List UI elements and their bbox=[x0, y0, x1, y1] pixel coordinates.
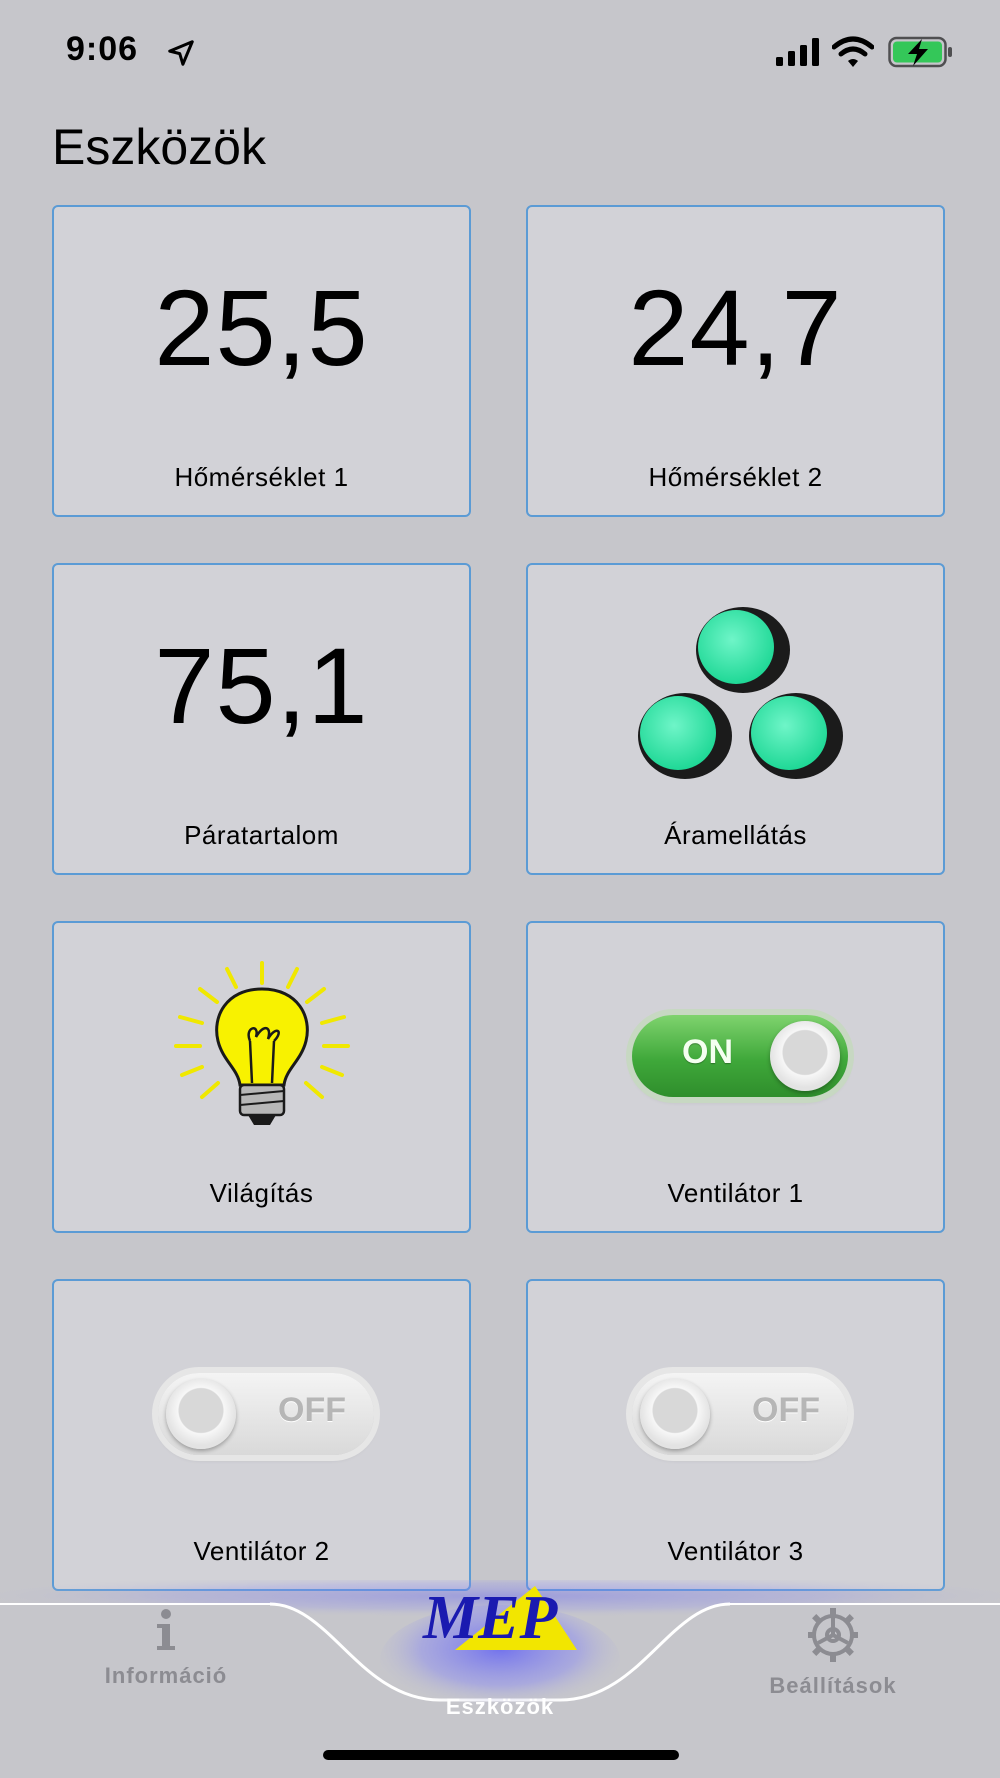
tile-temperature-1[interactable]: 25,5 Hőmérséklet 1 bbox=[52, 205, 471, 517]
info-icon bbox=[157, 1609, 175, 1650]
fan-1-toggle[interactable]: ON bbox=[632, 1015, 848, 1097]
tab-label: Információ bbox=[104, 1663, 228, 1688]
tile-value: 24,7 bbox=[628, 267, 843, 388]
tab-label: Eszközök bbox=[445, 1694, 555, 1719]
logo-text: MEP bbox=[422, 1584, 558, 1652]
wifi-icon bbox=[832, 36, 874, 67]
toggle-state-label: OFF bbox=[752, 1391, 820, 1429]
status-bar: 9:06 bbox=[0, 0, 1000, 100]
toggle-state-label: OFF bbox=[278, 1391, 346, 1429]
tile-humidity[interactable]: 75,1 Páratartalom bbox=[52, 563, 471, 875]
tab-information[interactable]: Információ bbox=[66, 1608, 266, 1689]
tab-settings[interactable]: Beállítások bbox=[733, 1608, 933, 1699]
home-indicator[interactable] bbox=[323, 1750, 679, 1760]
tile-label: Hőmérséklet 1 bbox=[174, 462, 349, 492]
fan-3-toggle[interactable]: OFF bbox=[632, 1373, 848, 1455]
battery-charging-icon bbox=[888, 36, 952, 68]
mep-logo: MEP bbox=[422, 1584, 577, 1652]
tile-label: Világítás bbox=[209, 1178, 314, 1208]
toggle-state-label: ON bbox=[682, 1033, 733, 1071]
fan-2-toggle[interactable]: OFF bbox=[158, 1373, 374, 1455]
toggle-knob bbox=[640, 1379, 710, 1449]
cellular-signal-icon bbox=[776, 38, 819, 66]
tile-label: Hőmérséklet 2 bbox=[648, 462, 823, 492]
toggle-knob bbox=[166, 1379, 236, 1449]
tile-value: 75,1 bbox=[154, 625, 369, 746]
light-bulb-icon bbox=[174, 961, 350, 1125]
tile-label: Ventilátor 2 bbox=[193, 1536, 330, 1566]
tile-temperature-2[interactable]: 24,7 Hőmérséklet 2 bbox=[526, 205, 945, 517]
status-time: 9:06 bbox=[66, 30, 139, 68]
tile-label: Páratartalom bbox=[184, 820, 339, 850]
toggle-knob bbox=[770, 1021, 840, 1091]
tile-power-supply[interactable]: Áramellátás bbox=[526, 563, 945, 875]
tile-fan-3[interactable]: OFF Ventilátor 3 bbox=[526, 1279, 945, 1591]
tile-value: 25,5 bbox=[154, 267, 369, 388]
tile-label: Áramellátás bbox=[664, 820, 807, 850]
tab-label: Beállítások bbox=[769, 1673, 897, 1698]
page-title: Eszközök bbox=[52, 119, 266, 175]
tile-fan-2[interactable]: OFF Ventilátor 2 bbox=[52, 1279, 471, 1591]
tile-lighting[interactable]: Világítás bbox=[52, 921, 471, 1233]
tile-label: Ventilátor 3 bbox=[667, 1536, 804, 1566]
tile-fan-1[interactable]: ON Ventilátor 1 bbox=[526, 921, 945, 1233]
gear-icon bbox=[808, 1608, 858, 1662]
tile-label: Ventilátor 1 bbox=[667, 1178, 804, 1208]
tab-bar: Információ MEP Eszközök Beállítások bbox=[0, 1580, 1000, 1778]
power-indicator-lights-icon bbox=[638, 607, 843, 779]
location-arrow-icon bbox=[168, 40, 194, 66]
